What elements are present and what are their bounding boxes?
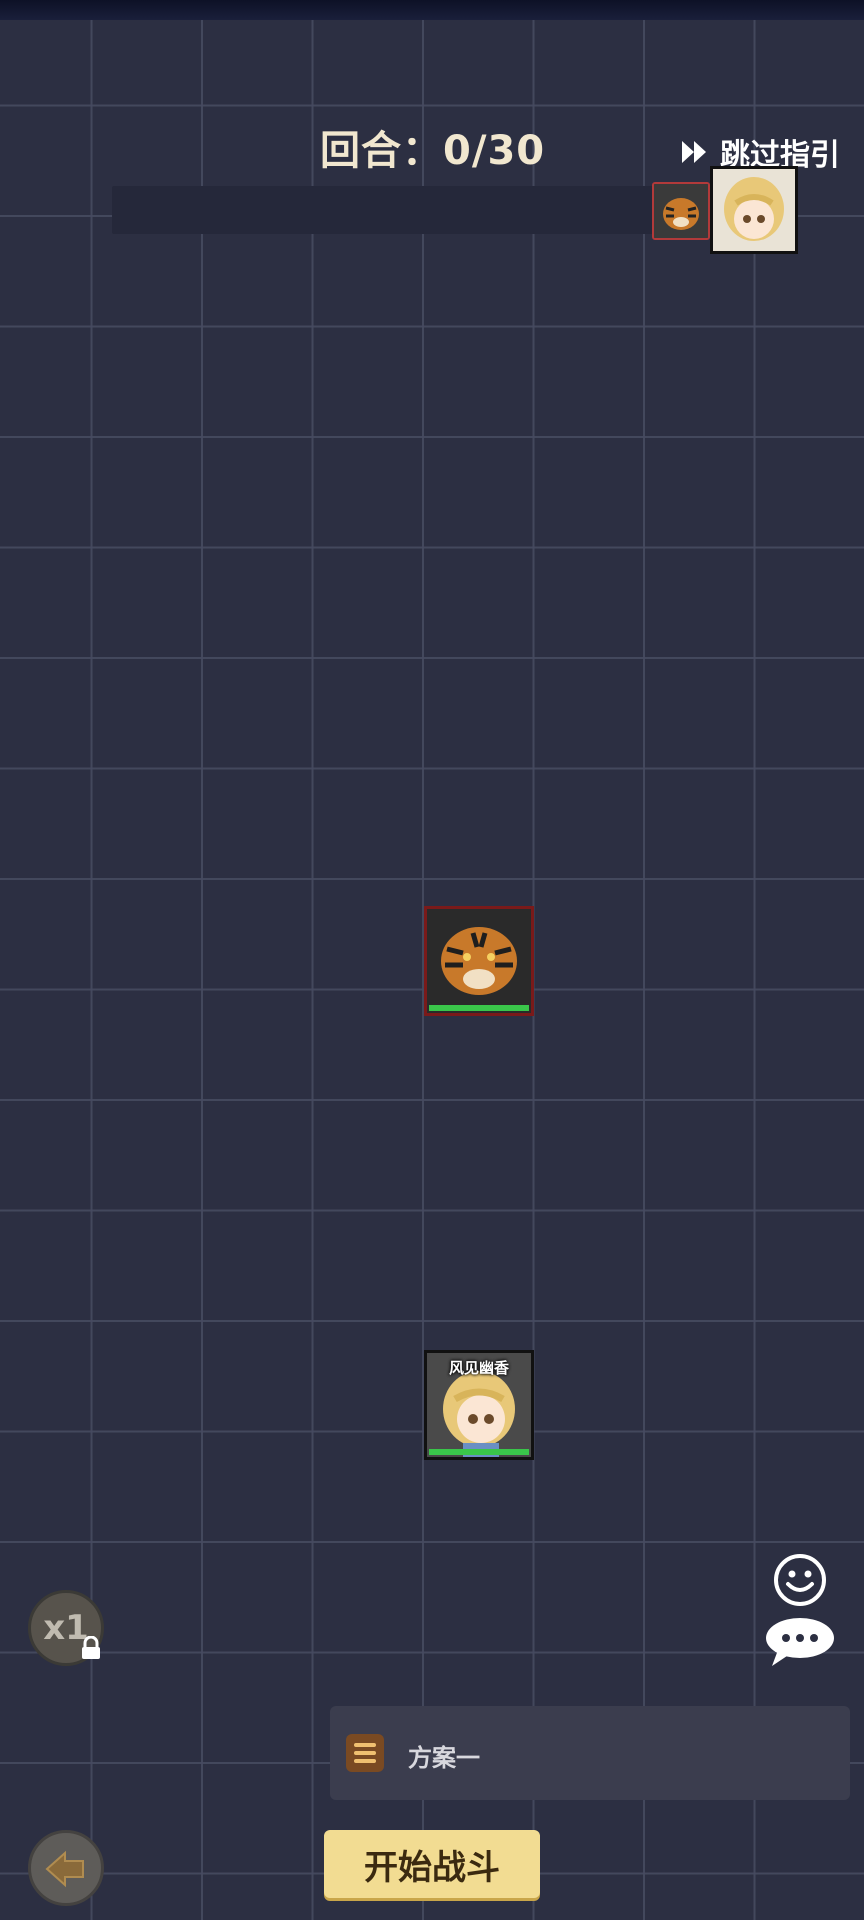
lock-icon bbox=[82, 1636, 100, 1659]
tiger-icon bbox=[654, 184, 708, 238]
enemy-hp-bar bbox=[429, 1005, 529, 1011]
round-counter: 回合：0/30 bbox=[320, 128, 546, 174]
ally-unit-name: 风见幽香 bbox=[448, 1359, 509, 1377]
enemy-tiger-unit[interactable] bbox=[424, 906, 534, 1016]
back-button[interactable] bbox=[28, 1830, 104, 1906]
tiger-timeline-portrait bbox=[652, 182, 710, 240]
top-bar bbox=[0, 0, 864, 20]
tiger-icon bbox=[427, 909, 531, 1013]
ally-unit[interactable]: 风见幽香 bbox=[424, 1350, 534, 1460]
list-icon bbox=[346, 1734, 384, 1772]
plan-selector[interactable]: 方案一 bbox=[330, 1706, 850, 1800]
plan-label: 方案一 bbox=[408, 1744, 480, 1772]
emoji-button[interactable] bbox=[772, 1552, 828, 1608]
start-battle-button[interactable]: 开始战斗 bbox=[324, 1830, 540, 1898]
fast-forward-icon bbox=[682, 141, 706, 163]
back-arrow-icon bbox=[45, 1850, 84, 1888]
turn-order-timeline bbox=[112, 186, 662, 234]
chat-button[interactable] bbox=[764, 1616, 836, 1668]
ally-timeline-portrait bbox=[710, 166, 798, 254]
ally-hp-bar bbox=[429, 1449, 529, 1455]
blonde-girl-icon bbox=[713, 169, 795, 251]
